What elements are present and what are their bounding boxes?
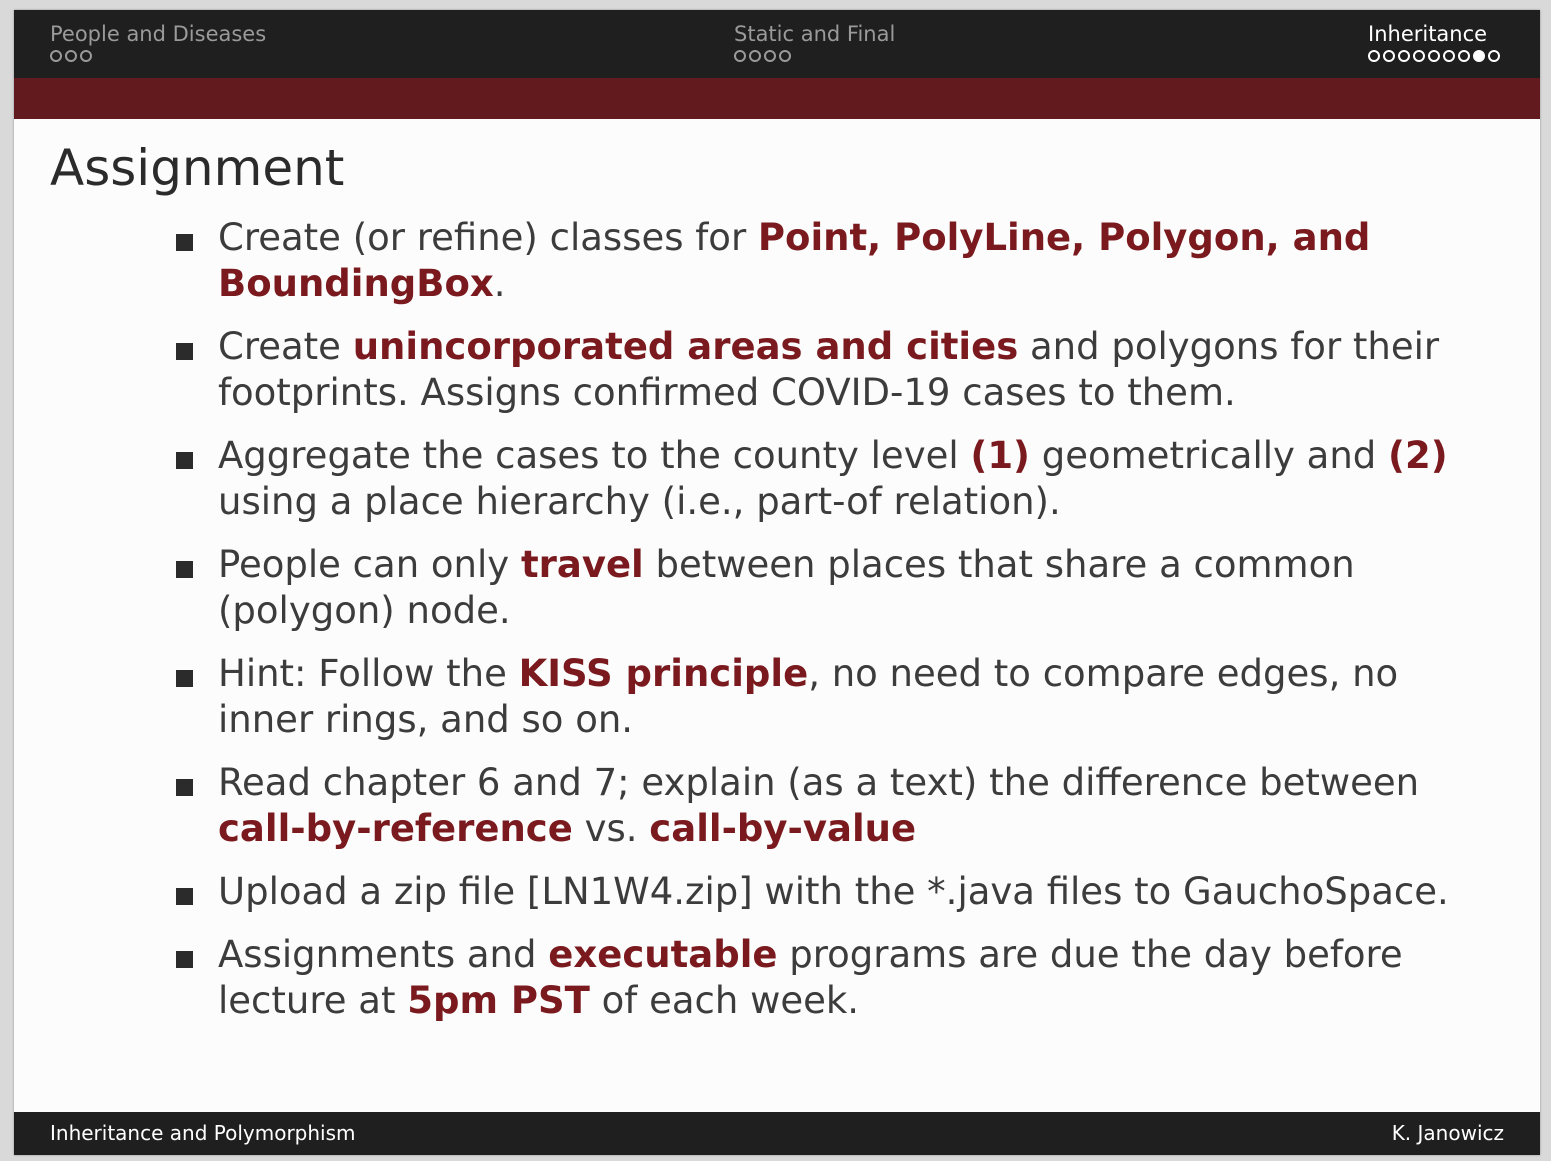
bullet-item: Upload a zip file [LN1W4.zip] with the *… (174, 869, 1464, 915)
frame-dot[interactable] (764, 50, 776, 62)
frame-dot[interactable] (1428, 50, 1440, 62)
bullet-text: Aggregate the cases to the county level (218, 434, 971, 477)
bullet-text: Assignments and (218, 933, 549, 976)
bullet-text: of each week. (589, 979, 860, 1022)
square-bullet-icon (176, 888, 193, 905)
highlighted-text: 5pm PST (407, 979, 590, 1022)
frame-dot[interactable] (1368, 50, 1380, 62)
square-bullet-icon (176, 779, 193, 796)
frame-dot[interactable] (1458, 50, 1470, 62)
nav-section-dots (1368, 50, 1500, 62)
bullet-item: Assignments and executable programs are … (174, 932, 1464, 1024)
slide: People and Diseases Static and Final Inh… (14, 10, 1540, 1155)
bullet-text: Upload a zip file [LN1W4.zip] with the *… (218, 870, 1449, 913)
bullet-text: People can only (218, 543, 521, 586)
square-bullet-icon (176, 561, 193, 578)
current-frame-dot[interactable] (1473, 50, 1485, 62)
frame-dot[interactable] (1413, 50, 1425, 62)
frame-dot[interactable] (1488, 50, 1500, 62)
highlighted-text: (2) (1388, 434, 1448, 477)
highlighted-text: call-by-value (649, 807, 917, 850)
nav-section-dots (50, 50, 266, 62)
bullet-item: Aggregate the cases to the county level … (174, 433, 1464, 525)
bullet-item: People can only travel between places th… (174, 542, 1464, 634)
square-bullet-icon (176, 670, 193, 687)
bullet-text: . (493, 262, 506, 305)
bullet-text: using a place hierarchy (i.e., part-of r… (218, 480, 1061, 523)
footer-bar: Inheritance and Polymorphism K. Janowicz (14, 1112, 1540, 1155)
nav-section-dots (734, 50, 895, 62)
bullet-list: Create (or refine) classes for Point, Po… (174, 215, 1464, 1041)
highlighted-text: call-by-reference (218, 807, 573, 850)
nav-section-label: Inheritance (1368, 22, 1488, 46)
square-bullet-icon (176, 951, 193, 968)
frame-dot[interactable] (65, 50, 77, 62)
slide-title: Assignment (50, 139, 345, 197)
frame-dot[interactable] (749, 50, 761, 62)
footer-talk-title: Inheritance and Polymorphism (50, 1121, 356, 1145)
square-bullet-icon (176, 343, 193, 360)
bullet-text: Hint: Follow the (218, 652, 519, 695)
square-bullet-icon (176, 452, 193, 469)
frame-dot[interactable] (50, 50, 62, 62)
highlighted-text: travel (520, 543, 644, 586)
bullet-text: geometrically and (1029, 434, 1389, 477)
bullet-text: Read chapter 6 and 7; explain (as a text… (218, 761, 1420, 804)
nav-section-inheritance[interactable]: Inheritance (1368, 20, 1500, 62)
bullet-text: Create (or refine) classes for (218, 216, 758, 259)
frame-dot[interactable] (1383, 50, 1395, 62)
nav-section-people-and-diseases[interactable]: People and Diseases (50, 20, 266, 62)
highlighted-text: executable (548, 933, 778, 976)
highlighted-text: KISS principle (518, 652, 809, 695)
highlighted-text: (1) (970, 434, 1030, 477)
nav-section-static-and-final[interactable]: Static and Final (734, 20, 895, 62)
nav-section-label: Static and Final (734, 22, 896, 46)
title-band (14, 78, 1540, 119)
bullet-item: Read chapter 6 and 7; explain (as a text… (174, 760, 1464, 852)
square-bullet-icon (176, 234, 193, 251)
bullet-text: vs. (572, 807, 650, 850)
frame-dot[interactable] (779, 50, 791, 62)
frame-dot[interactable] (1443, 50, 1455, 62)
footer-author: K. Janowicz (1391, 1121, 1504, 1145)
bullet-item: Create unincorporated areas and cities a… (174, 324, 1464, 416)
frame-dot[interactable] (80, 50, 92, 62)
section-navigation-bar: People and Diseases Static and Final Inh… (14, 10, 1540, 78)
nav-section-label: People and Diseases (50, 22, 267, 46)
bullet-item: Hint: Follow the KISS principle, no need… (174, 651, 1464, 743)
highlighted-text: unincorporated areas and cities (352, 325, 1019, 368)
frame-dot[interactable] (734, 50, 746, 62)
frame-dot[interactable] (1398, 50, 1410, 62)
bullet-text: Create (218, 325, 353, 368)
bullet-item: Create (or refine) classes for Point, Po… (174, 215, 1464, 307)
